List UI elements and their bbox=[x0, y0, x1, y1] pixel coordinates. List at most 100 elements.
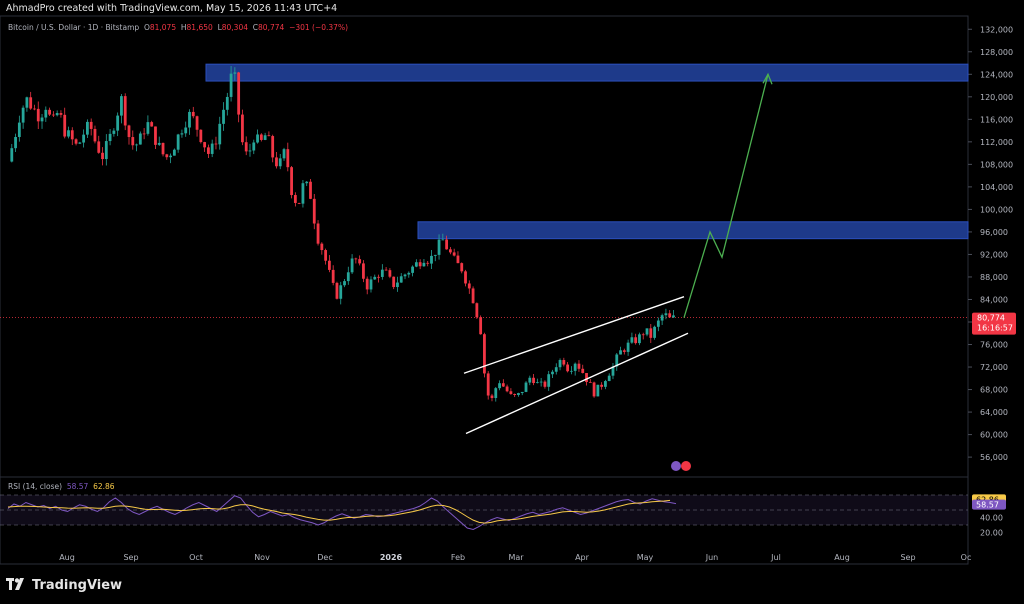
candle-body bbox=[207, 147, 210, 154]
candle-body bbox=[176, 134, 180, 150]
candle-body bbox=[411, 266, 414, 273]
projection-path bbox=[683, 74, 769, 318]
candle-body bbox=[653, 326, 656, 338]
candle-body bbox=[327, 260, 331, 270]
candle-body bbox=[97, 141, 101, 153]
candle-body bbox=[51, 114, 55, 116]
candle-body bbox=[293, 195, 297, 203]
candle-body bbox=[67, 130, 70, 137]
candle-body bbox=[452, 252, 456, 256]
rsi-axis-label: 40.00 bbox=[980, 514, 1003, 523]
x-tick-label: Sep bbox=[900, 553, 915, 562]
plot-border bbox=[0, 15, 969, 565]
candle-body bbox=[59, 113, 63, 115]
candle-body bbox=[418, 262, 422, 267]
candle-body bbox=[641, 334, 645, 336]
candle-body bbox=[271, 136, 275, 158]
x-tick-label: Jun bbox=[705, 553, 719, 562]
candle-body bbox=[146, 122, 150, 134]
candle-body bbox=[282, 149, 286, 159]
candle-body bbox=[649, 328, 653, 338]
candle-body bbox=[154, 126, 157, 145]
candle-body bbox=[490, 395, 494, 398]
candle-body bbox=[471, 288, 475, 304]
candle-body bbox=[656, 320, 660, 327]
candle-body bbox=[369, 279, 373, 290]
candle-body bbox=[346, 272, 350, 282]
candle-body bbox=[82, 134, 86, 143]
candle-body bbox=[513, 393, 517, 395]
candle-body bbox=[483, 334, 486, 374]
candle-body bbox=[486, 373, 490, 396]
candle-body bbox=[93, 128, 97, 142]
candle-body bbox=[441, 239, 445, 241]
high-value: 81,650 bbox=[186, 23, 213, 32]
candle-body bbox=[184, 127, 188, 134]
candle-body bbox=[607, 375, 611, 382]
candle-body bbox=[74, 139, 78, 144]
candle-body bbox=[539, 381, 543, 383]
y-tick-label: 124,000 bbox=[980, 70, 1013, 79]
attribution-text: AhmadPro created with TradingView.com, M… bbox=[6, 3, 338, 14]
candle-body bbox=[218, 123, 222, 145]
price-chart-svg[interactable]: 132,000 128,000 124,000 120,000 116,000 112,0… bbox=[0, 0, 1024, 604]
candle-body bbox=[101, 152, 104, 160]
close-value: 80,774 bbox=[258, 23, 285, 32]
candle-body bbox=[388, 270, 392, 277]
symbol-name: Bitcoin / U.S. Dollar · 1D · Bitstamp bbox=[8, 23, 140, 32]
candle-body bbox=[309, 181, 312, 199]
tradingview-logo[interactable]: TradingView bbox=[6, 578, 122, 593]
candle-body bbox=[668, 313, 672, 318]
candle-body bbox=[21, 107, 25, 123]
candle-body bbox=[320, 243, 324, 251]
candle-body bbox=[622, 350, 626, 352]
candle-body bbox=[286, 149, 290, 168]
candle-body bbox=[645, 328, 649, 335]
chart-canvas[interactable]: 132,000 128,000 124,000 120,000 116,000 112,0… bbox=[0, 0, 1024, 604]
candle-body bbox=[142, 133, 146, 135]
candle-body bbox=[403, 274, 407, 277]
candle-body bbox=[127, 125, 131, 138]
candle-body bbox=[210, 143, 214, 154]
x-tick-label: Sep bbox=[123, 553, 138, 562]
candle-body bbox=[638, 334, 641, 344]
candle-body bbox=[335, 282, 339, 299]
candle-body bbox=[70, 130, 74, 140]
candle-body bbox=[509, 391, 513, 394]
candle-body bbox=[244, 142, 248, 152]
candle-body bbox=[195, 116, 199, 130]
candle-body bbox=[267, 135, 271, 137]
candle-body bbox=[524, 382, 528, 392]
y-tick-label: 60,000 bbox=[980, 431, 1008, 440]
candle-body bbox=[547, 374, 551, 387]
y-tick-label: 120,000 bbox=[980, 93, 1013, 102]
candle-body bbox=[275, 157, 278, 167]
candle-body bbox=[17, 122, 21, 138]
candle-body bbox=[467, 283, 471, 289]
candle-body bbox=[297, 202, 301, 204]
candle-body bbox=[585, 373, 588, 383]
symbol-legend: Bitcoin / U.S. Dollar · 1D · Bitstamp O8… bbox=[8, 23, 348, 32]
candle-body bbox=[324, 250, 328, 261]
candle-body bbox=[354, 258, 358, 260]
candle-body bbox=[188, 111, 191, 128]
candle-body bbox=[203, 142, 207, 148]
candle-body bbox=[29, 97, 33, 109]
y-tick-label: 104,000 bbox=[980, 183, 1013, 192]
y-tick-label: 88,000 bbox=[980, 273, 1008, 282]
y-tick-label: 116,000 bbox=[980, 115, 1013, 124]
candle-body bbox=[592, 382, 596, 397]
candle-body bbox=[44, 109, 48, 118]
candle-body bbox=[55, 113, 59, 116]
candle-body bbox=[339, 285, 343, 299]
candle-body bbox=[191, 111, 195, 117]
change-value: −301 (−0.37%) bbox=[289, 23, 349, 32]
low-value: 80,304 bbox=[221, 23, 248, 32]
tradingview-logo-text: TradingView bbox=[32, 578, 123, 593]
candle-body bbox=[414, 262, 418, 267]
y-tick-label: 92,000 bbox=[980, 250, 1008, 259]
candle-body bbox=[278, 158, 282, 167]
candle-body bbox=[25, 97, 29, 108]
candle-body bbox=[581, 368, 585, 374]
rsi-ma-value: 62.86 bbox=[93, 482, 115, 491]
